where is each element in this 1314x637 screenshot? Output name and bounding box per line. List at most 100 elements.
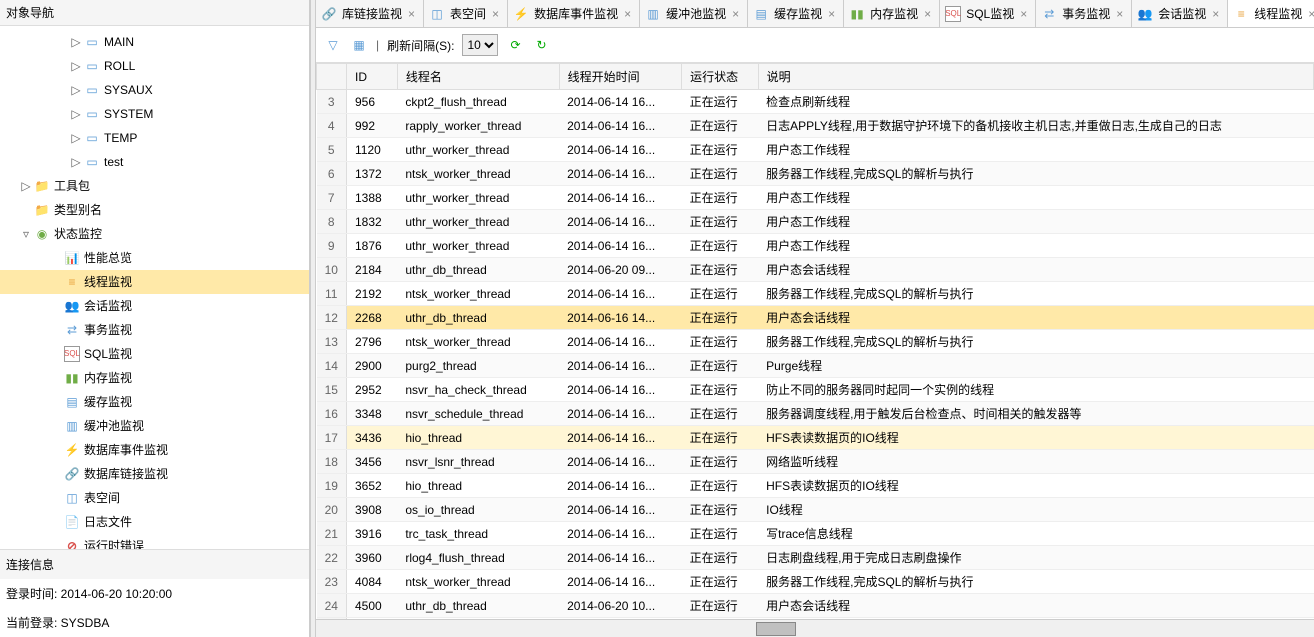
col-header[interactable]: ID (347, 64, 398, 90)
toggle-icon[interactable] (50, 372, 62, 384)
toggle-icon[interactable] (50, 348, 62, 360)
close-icon[interactable]: × (624, 7, 631, 21)
tree-node-内存监视[interactable]: ▮▮内存监视 (0, 366, 309, 390)
close-icon[interactable]: × (1308, 7, 1314, 21)
toggle-icon[interactable]: ▷ (70, 108, 82, 120)
tree-node-数据库链接监视[interactable]: 🔗数据库链接监视 (0, 462, 309, 486)
tab-数据库事件监视[interactable]: ⚡数据库事件监视× (508, 0, 640, 27)
col-header[interactable]: 线程开始时间 (559, 64, 682, 90)
table-row[interactable]: 91876uthr_worker_thread2014-06-14 16...正… (317, 234, 1314, 258)
table-row[interactable]: 244500uthr_db_thread2014-06-20 10...正在运行… (317, 594, 1314, 618)
tree-node-日志文件[interactable]: 📄日志文件 (0, 510, 309, 534)
toggle-icon[interactable] (50, 444, 62, 456)
tab-库链接监视[interactable]: 🔗库链接监视× (316, 0, 424, 27)
close-icon[interactable]: × (1116, 7, 1123, 21)
col-header[interactable]: 说明 (758, 64, 1313, 90)
close-icon[interactable]: × (408, 7, 415, 21)
table-row[interactable]: 4992rapply_worker_thread2014-06-14 16...… (317, 114, 1314, 138)
tree-node-TEMP[interactable]: ▷▭TEMP (0, 126, 309, 150)
toggle-icon[interactable]: ▷ (20, 180, 32, 192)
connection-info-header[interactable]: 连接信息 (0, 549, 309, 579)
close-icon[interactable]: × (732, 7, 739, 21)
tree-node-运行时错误[interactable]: ⊘运行时错误 (0, 534, 309, 549)
tree-node-数据库事件监视[interactable]: ⚡数据库事件监视 (0, 438, 309, 462)
table-row[interactable]: 81832uthr_worker_thread2014-06-14 16...正… (317, 210, 1314, 234)
tree-node-test[interactable]: ▷▭test (0, 150, 309, 174)
tree-node-线程监视[interactable]: ≡线程监视 (0, 270, 309, 294)
toggle-icon[interactable] (50, 300, 62, 312)
toggle-icon[interactable] (50, 252, 62, 264)
table-row[interactable]: 51120uthr_worker_thread2014-06-14 16...正… (317, 138, 1314, 162)
table-row[interactable]: 223960rlog4_flush_thread2014-06-14 16...… (317, 546, 1314, 570)
table-row[interactable]: 122268uthr_db_thread2014-06-16 14...正在运行… (317, 306, 1314, 330)
filter-icon[interactable]: ▽ (324, 36, 342, 54)
toggle-icon[interactable] (50, 540, 62, 549)
tab-缓冲池监视[interactable]: ▥缓冲池监视× (640, 0, 748, 27)
table-row[interactable]: 132796ntsk_worker_thread2014-06-14 16...… (317, 330, 1314, 354)
toggle-icon[interactable] (50, 276, 62, 288)
tab-会话监视[interactable]: 👥会话监视× (1132, 0, 1228, 27)
table-row[interactable]: 152952nsvr_ha_check_thread2014-06-14 16.… (317, 378, 1314, 402)
toggle-icon[interactable] (20, 204, 32, 216)
close-icon[interactable]: × (492, 7, 499, 21)
scroll-thumb[interactable] (756, 622, 796, 636)
table-row[interactable]: 234084ntsk_worker_thread2014-06-14 16...… (317, 570, 1314, 594)
close-icon[interactable]: × (828, 7, 835, 21)
table-row[interactable]: 112192ntsk_worker_thread2014-06-14 16...… (317, 282, 1314, 306)
toggle-icon[interactable]: ▷ (70, 60, 82, 72)
table-row[interactable]: 71388uthr_worker_thread2014-06-14 16...正… (317, 186, 1314, 210)
table-row[interactable]: 203908os_io_thread2014-06-14 16...正在运行IO… (317, 498, 1314, 522)
tab-SQL监视[interactable]: SQLSQL监视× (940, 0, 1036, 27)
toggle-icon[interactable]: ▷ (70, 156, 82, 168)
tab-线程监视[interactable]: ≡线程监视× (1228, 0, 1314, 28)
table-row[interactable]: 142900purg2_thread2014-06-14 16...正在运行Pu… (317, 354, 1314, 378)
tab-表空间[interactable]: ◫表空间× (424, 0, 508, 27)
grid-icon[interactable]: ▦ (350, 36, 368, 54)
table-row[interactable]: 193652hio_thread2014-06-14 16...正在运行HFS表… (317, 474, 1314, 498)
close-icon[interactable]: × (924, 7, 931, 21)
table-row[interactable]: 3956ckpt2_flush_thread2014-06-14 16...正在… (317, 90, 1314, 114)
tree-node-状态监控[interactable]: ▿◉状态监控 (0, 222, 309, 246)
tree-node-事务监视[interactable]: ⇄事务监视 (0, 318, 309, 342)
toggle-icon[interactable] (50, 396, 62, 408)
table-row[interactable]: 173436hio_thread2014-06-14 16...正在运行HFS表… (317, 426, 1314, 450)
tab-内存监视[interactable]: ▮▮内存监视× (844, 0, 940, 27)
tree-node-类型别名[interactable]: 📁类型别名 (0, 198, 309, 222)
tab-缓存监视[interactable]: ▤缓存监视× (748, 0, 844, 27)
tree-node-工具包[interactable]: ▷📁工具包 (0, 174, 309, 198)
tree-node-SYSAUX[interactable]: ▷▭SYSAUX (0, 78, 309, 102)
tree-node-SYSTEM[interactable]: ▷▭SYSTEM (0, 102, 309, 126)
tree-node-MAIN[interactable]: ▷▭MAIN (0, 30, 309, 54)
table-row[interactable]: 183456nsvr_lsnr_thread2014-06-14 16...正在… (317, 450, 1314, 474)
toggle-icon[interactable] (50, 492, 62, 504)
toggle-icon[interactable] (50, 468, 62, 480)
tab-事务监视[interactable]: ⇄事务监视× (1036, 0, 1132, 27)
refresh-interval-select[interactable]: 10 (462, 34, 498, 56)
toggle-icon[interactable] (50, 516, 62, 528)
tree-node-会话监视[interactable]: 👥会话监视 (0, 294, 309, 318)
close-icon[interactable]: × (1212, 7, 1219, 21)
table-row[interactable]: 102184uthr_db_thread2014-06-20 09...正在运行… (317, 258, 1314, 282)
tree-node-SQL监视[interactable]: SQLSQL监视 (0, 342, 309, 366)
toggle-icon[interactable] (50, 420, 62, 432)
tree-node-性能总览[interactable]: 📊性能总览 (0, 246, 309, 270)
table-row[interactable]: 61372ntsk_worker_thread2014-06-14 16...正… (317, 162, 1314, 186)
close-icon[interactable]: × (1020, 7, 1027, 21)
tree-node-缓存监视[interactable]: ▤缓存监视 (0, 390, 309, 414)
tree-node-ROLL[interactable]: ▷▭ROLL (0, 54, 309, 78)
horizontal-scrollbar[interactable] (316, 619, 1314, 637)
table-row[interactable]: 163348nsvr_schedule_thread2014-06-14 16.… (317, 402, 1314, 426)
toggle-icon[interactable]: ▿ (20, 228, 32, 240)
col-header[interactable]: 线程名 (397, 64, 559, 90)
thread-grid[interactable]: ID线程名线程开始时间运行状态说明 3956ckpt2_flush_thread… (316, 63, 1314, 619)
tree-node-表空间[interactable]: ◫表空间 (0, 486, 309, 510)
col-header[interactable] (317, 64, 347, 90)
toggle-icon[interactable]: ▷ (70, 84, 82, 96)
col-header[interactable]: 运行状态 (682, 64, 759, 90)
toggle-icon[interactable] (50, 324, 62, 336)
table-row[interactable]: 213916trc_task_thread2014-06-14 16...正在运… (317, 522, 1314, 546)
toggle-icon[interactable]: ▷ (70, 132, 82, 144)
tree-node-缓冲池监视[interactable]: ▥缓冲池监视 (0, 414, 309, 438)
refresh-icon[interactable]: ⟳ (506, 36, 524, 54)
auto-refresh-icon[interactable]: ↻ (532, 36, 550, 54)
